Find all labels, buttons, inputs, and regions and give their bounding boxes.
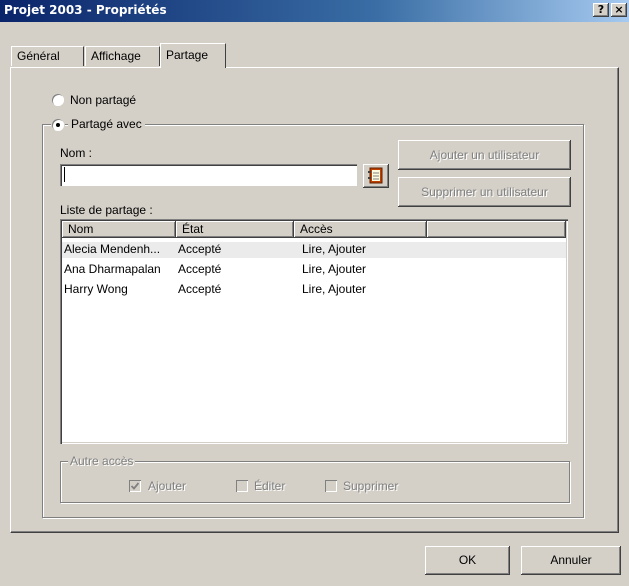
checkbox-edit-label: Éditer (254, 479, 286, 493)
checkbox-add-label: Ajouter (148, 479, 187, 493)
column-header-name[interactable]: Nom (62, 221, 176, 238)
row-access: Lire, Ajouter (302, 282, 367, 296)
text-cursor (64, 167, 65, 182)
row-access: Lire, Ajouter (302, 242, 367, 256)
share-list-label: Liste de partage : (60, 203, 153, 217)
column-header-empty[interactable] (427, 221, 566, 238)
tab-general[interactable]: Général (11, 46, 84, 66)
radio-not-shared-label: Non partagé (70, 93, 137, 107)
column-header-state[interactable]: État (176, 221, 294, 238)
tab-partage-label: Partage (166, 48, 209, 62)
window-title: Projet 2003 - Propriétés (4, 3, 167, 17)
row-name: Alecia Mendenh... (64, 242, 161, 256)
other-access-label: Autre accès (68, 454, 136, 468)
checkbox-delete[interactable] (325, 480, 337, 492)
share-list-row[interactable]: Alecia Mendenh... Accepté Lire, Ajouter (62, 242, 566, 258)
row-name: Ana Dharmapalan (64, 262, 161, 276)
tab-affichage[interactable]: Affichage (85, 46, 160, 66)
ok-button[interactable]: OK (425, 546, 510, 575)
tab-partage[interactable]: Partage (160, 43, 226, 68)
address-book-button[interactable] (363, 164, 389, 188)
radio-not-shared[interactable] (52, 94, 64, 106)
checkbox-delete-label: Supprimer (343, 479, 399, 493)
properties-dialog: Projet 2003 - Propriétés ? × Général Aff… (0, 0, 629, 586)
address-book-icon (368, 167, 383, 184)
tab-general-label: Général (17, 49, 60, 63)
remove-user-button[interactable]: Supprimer un utilisateur (398, 177, 571, 207)
radio-shared-with[interactable] (52, 119, 64, 131)
share-list-row[interactable]: Harry Wong Accepté Lire, Ajouter (62, 282, 566, 298)
share-list[interactable]: Nom État Accès Alecia Mendenh... Accepté… (60, 219, 568, 444)
add-user-button[interactable]: Ajouter un utilisateur (398, 140, 571, 170)
checkbox-add[interactable] (129, 480, 141, 492)
name-input[interactable] (60, 164, 357, 186)
help-button[interactable]: ? (593, 3, 609, 17)
tab-affichage-label: Affichage (91, 49, 141, 63)
title-bar[interactable]: Projet 2003 - Propriétés ? × (0, 0, 629, 22)
checkbox-edit[interactable] (236, 480, 248, 492)
close-button[interactable]: × (611, 3, 627, 17)
share-list-row[interactable]: Ana Dharmapalan Accepté Lire, Ajouter (62, 262, 566, 278)
checkmark-icon (130, 482, 140, 490)
column-header-access[interactable]: Accès (294, 221, 427, 238)
row-access: Lire, Ajouter (302, 262, 367, 276)
row-state: Accepté (178, 262, 222, 276)
row-state: Accepté (178, 282, 222, 296)
name-field-label: Nom : (60, 146, 93, 160)
radio-shared-with-label: Partagé avec (68, 117, 145, 131)
radio-selected-dot (56, 123, 60, 127)
row-name: Harry Wong (64, 282, 128, 296)
row-state: Accepté (178, 242, 222, 256)
cancel-button[interactable]: Annuler (521, 546, 621, 575)
